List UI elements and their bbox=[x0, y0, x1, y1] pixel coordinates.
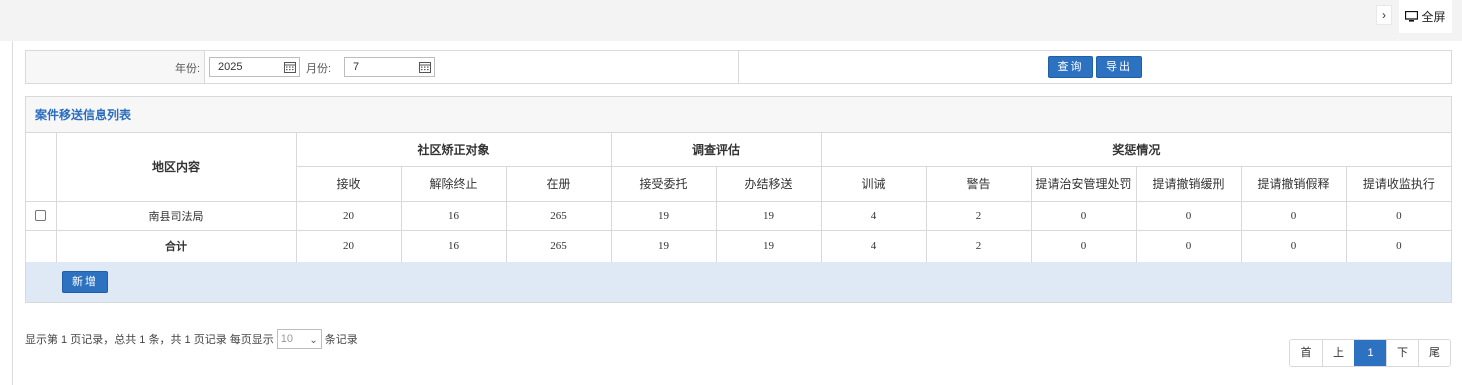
group-header-community-correction: 社区矫正对象 bbox=[295, 133, 612, 167]
total-cell: 0 bbox=[1345, 229, 1452, 263]
column-header: 在册 bbox=[505, 165, 612, 202]
calendar-icon[interactable] bbox=[419, 61, 431, 79]
column-header: 解除终止 bbox=[400, 165, 507, 202]
total-cell: 2 bbox=[925, 229, 1032, 263]
pagination: 首 上 1 下 尾 bbox=[1289, 339, 1451, 367]
left-sidebar-edge bbox=[0, 41, 13, 385]
total-cell: 4 bbox=[820, 229, 927, 263]
pagination-info-suffix: 条记录 bbox=[324, 334, 358, 346]
month-input[interactable]: 7 bbox=[344, 57, 435, 77]
table-row[interactable]: 南县司法局 20 16 265 19 19 4 2 0 0 0 0 bbox=[26, 200, 1452, 231]
total-cell: 19 bbox=[610, 229, 717, 263]
month-label: 月份: bbox=[306, 63, 332, 75]
case-transfer-table: 地区内容 社区矫正对象 调查评估 奖惩情况 接收 解除终止 在册 接受委托 办结… bbox=[26, 133, 1452, 263]
page-next-button[interactable]: 下 bbox=[1386, 340, 1418, 366]
checkbox-header bbox=[26, 133, 57, 202]
add-button[interactable]: 新增 bbox=[62, 271, 108, 293]
case-transfer-panel: 案件移送信息列表 地区内容 社区矫正对象 调查评估 奖惩情况 接收 解除终止 在… bbox=[25, 96, 1452, 303]
total-label: 合计 bbox=[55, 229, 297, 263]
total-cell: 0 bbox=[1240, 229, 1347, 263]
page-size-value: 10 bbox=[280, 333, 293, 345]
calendar-icon[interactable] bbox=[284, 61, 296, 79]
column-header: 提请撤销缓刑 bbox=[1135, 165, 1242, 202]
page-size-select[interactable]: 10 ⌄ bbox=[276, 329, 322, 349]
table-cell: 0 bbox=[1030, 200, 1137, 231]
total-cell: 0 bbox=[1030, 229, 1137, 263]
chevron-right-icon[interactable]: › bbox=[1376, 5, 1392, 25]
total-cell: 20 bbox=[295, 229, 402, 263]
table-cell: 19 bbox=[715, 200, 822, 231]
table-cell: 0 bbox=[1135, 200, 1242, 231]
column-header: 提请撤销假释 bbox=[1240, 165, 1347, 202]
pagination-info: 显示第 1 页记录，总共 1 条，共 1 页记录 每页显示 10 ⌄ 条记录 bbox=[25, 329, 358, 349]
fullscreen-button[interactable]: 全屏 bbox=[1399, 0, 1452, 33]
page-last-button[interactable]: 尾 bbox=[1418, 340, 1450, 366]
total-row: 合计 20 16 265 19 19 4 2 0 0 0 0 bbox=[26, 229, 1452, 263]
row-checkbox-cell bbox=[26, 200, 57, 231]
total-cell: 265 bbox=[505, 229, 612, 263]
table-cell: 0 bbox=[1240, 200, 1347, 231]
column-header: 办结移送 bbox=[715, 165, 822, 202]
export-button[interactable]: 导出 bbox=[1096, 56, 1142, 78]
page-prev-button[interactable]: 上 bbox=[1322, 340, 1354, 366]
table-cell: 4 bbox=[820, 200, 927, 231]
group-header-investigation: 调查评估 bbox=[610, 133, 822, 167]
page-first-button[interactable]: 首 bbox=[1290, 340, 1322, 366]
fullscreen-label: 全屏 bbox=[1421, 10, 1446, 24]
total-cell: 16 bbox=[400, 229, 507, 263]
column-header: 接收 bbox=[296, 165, 402, 202]
monitor-icon bbox=[1405, 11, 1419, 22]
table-cell: 265 bbox=[505, 200, 612, 231]
total-checkbox-cell bbox=[26, 229, 57, 263]
table-cell: 2 bbox=[925, 200, 1032, 231]
group-header-rewards-penalties: 奖惩情况 bbox=[820, 133, 1452, 167]
query-button[interactable]: 查询 bbox=[1048, 56, 1093, 78]
page-current-button[interactable]: 1 bbox=[1354, 340, 1386, 366]
total-cell: 0 bbox=[1135, 229, 1242, 263]
filter-bar: 年份: 2025 月份: 7 查询 导出 bbox=[25, 50, 1452, 84]
year-value: 2025 bbox=[218, 61, 243, 73]
region-header: 地区内容 bbox=[55, 133, 297, 202]
chevron-down-icon: ⌄ bbox=[309, 335, 318, 346]
panel-title: 案件移送信息列表 bbox=[26, 97, 1451, 133]
month-value: 7 bbox=[353, 61, 360, 73]
filter-divider bbox=[738, 51, 739, 83]
top-toolbar: › 全屏 bbox=[0, 0, 1462, 41]
year-input[interactable]: 2025 bbox=[209, 57, 300, 77]
pagination-info-prefix: 显示第 1 页记录，总共 1 条，共 1 页记录 每页显示 bbox=[25, 334, 274, 346]
column-header: 训诫 bbox=[820, 165, 927, 202]
year-label: 年份: bbox=[175, 63, 201, 75]
column-header: 提请收监执行 bbox=[1345, 165, 1452, 202]
row-checkbox[interactable] bbox=[35, 210, 47, 222]
row-region-name: 南县司法局 bbox=[55, 200, 297, 231]
table-cell: 20 bbox=[295, 200, 402, 231]
add-toolbar: 新增 bbox=[26, 262, 1451, 302]
column-header: 提请治安管理处罚 bbox=[1030, 165, 1137, 202]
column-header: 接受委托 bbox=[610, 165, 717, 202]
total-cell: 19 bbox=[715, 229, 822, 263]
table-cell: 16 bbox=[400, 200, 507, 231]
column-header: 警告 bbox=[925, 165, 1032, 202]
table-cell: 0 bbox=[1345, 200, 1452, 231]
table-cell: 19 bbox=[610, 200, 717, 231]
